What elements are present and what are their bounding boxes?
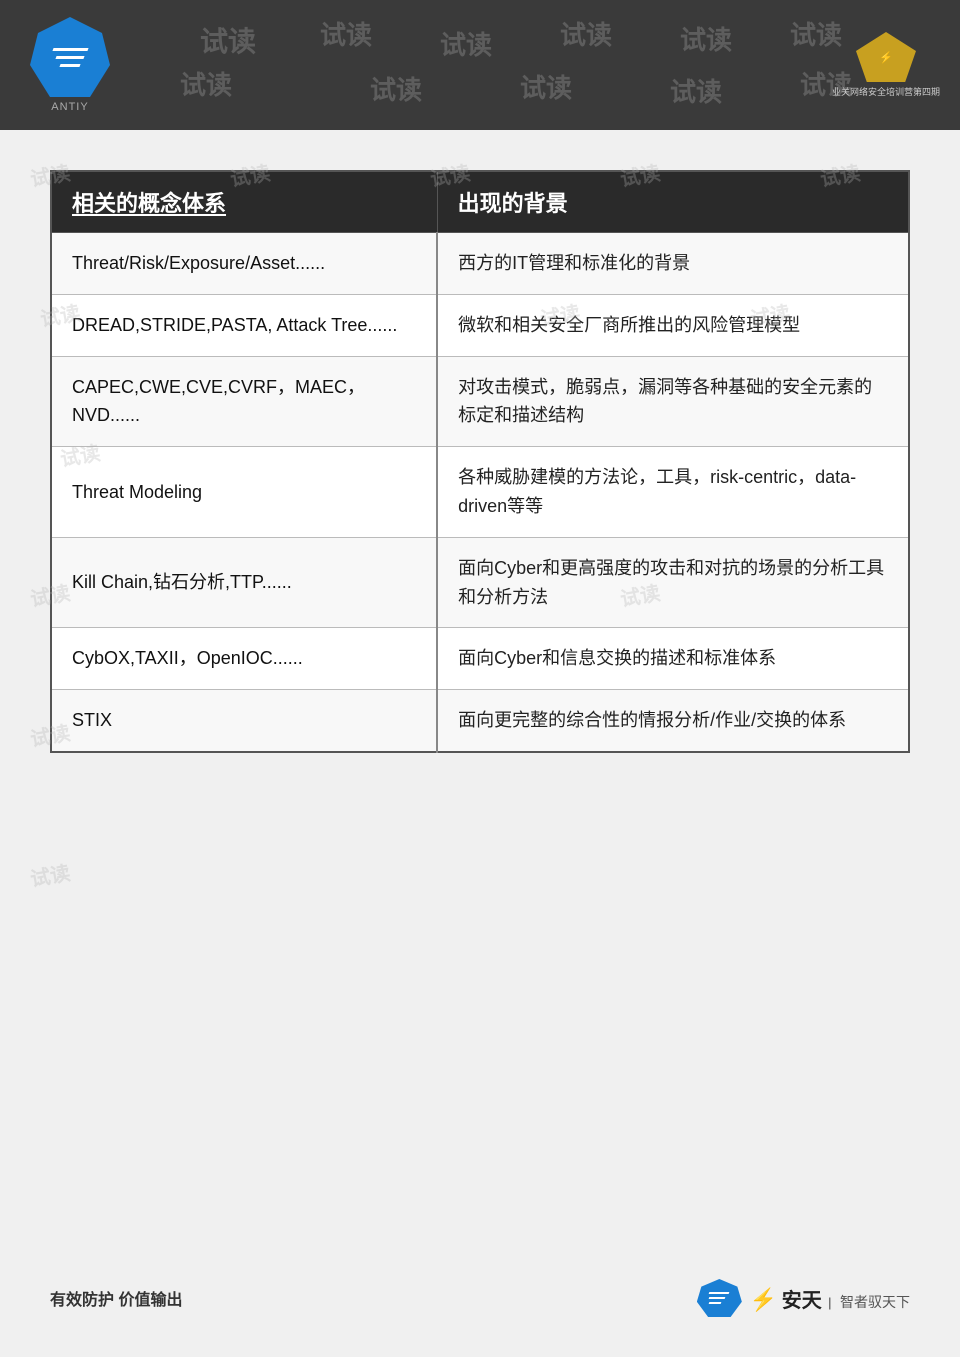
footer-logo-line-3 — [709, 1302, 722, 1304]
header-watermarks: 试读 试读 试读 试读 试读 试读 试读 试读 试读 试读 试读 — [120, 0, 940, 130]
header-wm-7: 试读 — [180, 65, 232, 102]
table-cell-col1: Kill Chain,钻石分析,TTP...... — [51, 537, 437, 628]
col2-header: 出现的背景 — [437, 171, 909, 233]
table-row: DREAD,STRIDE,PASTA, Attack Tree......微软和… — [51, 294, 909, 356]
table-row: STIX面向更完整的综合性的情报分析/作业/交换的体系 — [51, 690, 909, 752]
table-cell-col2: 各种威胁建模的方法论，工具，risk-centric，data-driven等等 — [437, 447, 909, 538]
header-wm-9: 试读 — [520, 68, 572, 105]
wm-main-13: 试读 — [28, 857, 72, 893]
main-content: 试读 试读 试读 试读 试读 试读 试读 试读 试读 试读 试读 试读 试读 相… — [0, 130, 960, 1230]
table-cell-col1: Threat Modeling — [51, 447, 437, 538]
table-row: Threat Modeling各种威胁建模的方法论，工具，risk-centri… — [51, 447, 909, 538]
logo-line-2 — [55, 56, 84, 59]
table-cell-col2: 对攻击模式，脆弱点，漏洞等各种基础的安全元素的标定和描述结构 — [437, 356, 909, 447]
logo-area: ANTIY — [20, 10, 120, 120]
table-cell-col2: 面向Cyber和更高强度的攻击和对抗的场景的分析工具和分析方法 — [437, 537, 909, 628]
header-wm-8: 试读 — [370, 70, 422, 107]
concept-table: 相关的概念体系 出现的背景 Threat/Risk/Exposure/Asset… — [50, 170, 910, 753]
footer-logo-line-1 — [709, 1292, 730, 1294]
footer-brand-main: 安天 — [782, 1290, 822, 1312]
table-cell-col1: Threat/Risk/Exposure/Asset...... — [51, 233, 437, 295]
logo-hexagon — [30, 17, 110, 97]
top-right-icon: ⚡ — [856, 32, 916, 82]
col1-header: 相关的概念体系 — [51, 171, 437, 233]
top-right-text: 业关网络安全培训营第四期 — [832, 85, 940, 98]
table-header-row: 相关的概念体系 出现的背景 — [51, 171, 909, 233]
table-cell-col1: STIX — [51, 690, 437, 752]
logo-text: ANTIY — [51, 101, 88, 113]
table-cell-col2: 西方的IT管理和标准化的背景 — [437, 233, 909, 295]
footer-brand-icon: ⚡ — [750, 1287, 777, 1312]
footer-logo-line-2 — [709, 1297, 726, 1299]
footer-separator: | — [828, 1295, 831, 1310]
table-cell-col1: DREAD,STRIDE,PASTA, Attack Tree...... — [51, 294, 437, 356]
footer-left-text: 有效防护 价值输出 — [50, 1286, 182, 1310]
footer-logo-icon — [697, 1279, 742, 1317]
header-wm-4: 试读 — [560, 15, 612, 52]
top-right-logo: ⚡ 业关网络安全培训营第四期 — [832, 32, 940, 98]
table-cell-col2: 面向更完整的综合性的情报分析/作业/交换的体系 — [437, 690, 909, 752]
table-row: Kill Chain,钻石分析,TTP......面向Cyber和更高强度的攻击… — [51, 537, 909, 628]
table-row: CybOX,TAXII，OpenIOC......面向Cyber和信息交换的描述… — [51, 628, 909, 690]
footer-right: ⚡ 安天 | 智者驭天下 — [697, 1279, 910, 1317]
footer: 有效防护 价值输出 ⚡ 安天 | 智者驭天下 — [50, 1279, 910, 1317]
logo-line-3 — [59, 64, 80, 67]
logo-line-1 — [52, 48, 88, 51]
logo-lines — [53, 48, 88, 67]
footer-brand: ⚡ 安天 | 智者驭天下 — [750, 1284, 910, 1313]
table-row: Threat/Risk/Exposure/Asset......西方的IT管理和… — [51, 233, 909, 295]
header-wm-10: 试读 — [670, 72, 722, 109]
header-wm-1: 试读 — [200, 20, 256, 60]
table-row: CAPEC,CWE,CVE,CVRF，MAEC，NVD......对攻击模式，脆… — [51, 356, 909, 447]
table-cell-col2: 微软和相关安全厂商所推出的风险管理模型 — [437, 294, 909, 356]
header-wm-2: 试读 — [320, 15, 372, 52]
table-cell-col1: CAPEC,CWE,CVE,CVRF，MAEC，NVD...... — [51, 356, 437, 447]
header-wm-5: 试读 — [680, 20, 732, 57]
footer-logo-lines — [709, 1292, 729, 1304]
header: ANTIY 试读 试读 试读 试读 试读 试读 试读 试读 试读 试读 试读 ⚡… — [0, 0, 960, 130]
footer-brand-sub: 智者驭天下 — [840, 1294, 910, 1310]
table-cell-col1: CybOX,TAXII，OpenIOC...... — [51, 628, 437, 690]
header-wm-3: 试读 — [440, 25, 492, 62]
table-cell-col2: 面向Cyber和信息交换的描述和标准体系 — [437, 628, 909, 690]
